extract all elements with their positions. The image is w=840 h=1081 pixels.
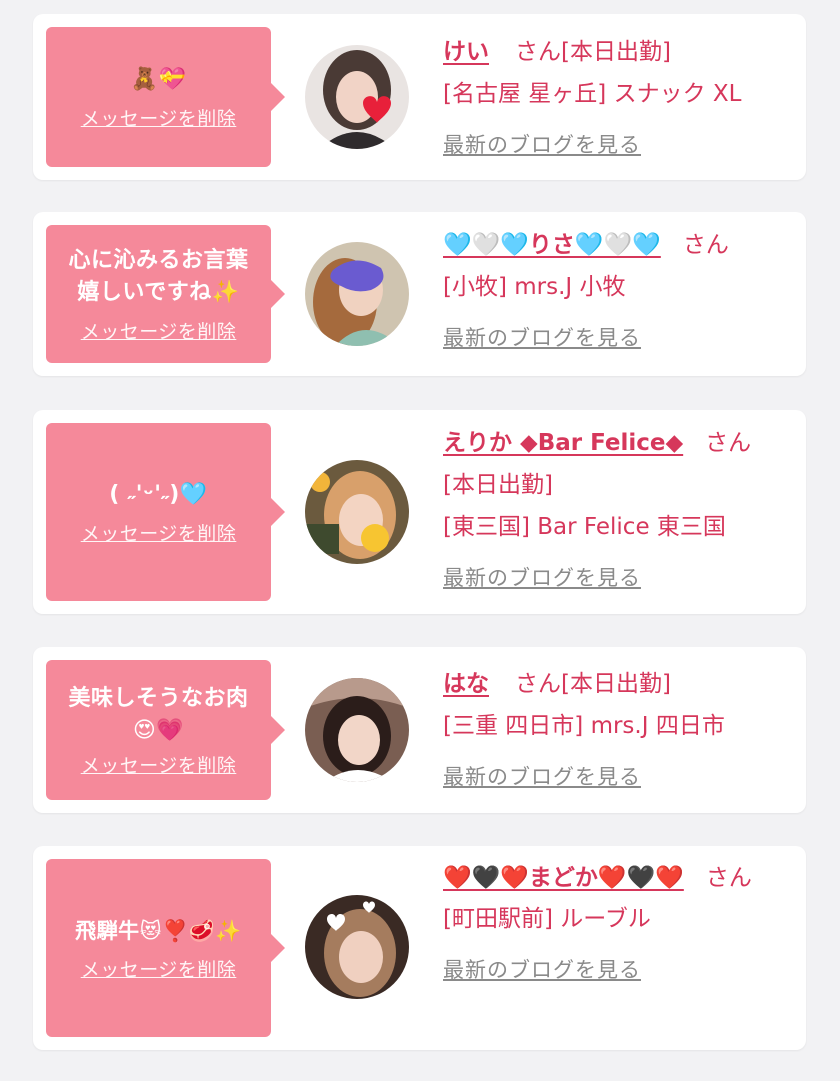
- delete-message-link[interactable]: メッセージを削除: [81, 104, 237, 131]
- message-list: 🧸💝 メッセージを削除 けい さん[本日出勤] [名古屋 星ヶ丘] スナック XL…: [0, 0, 840, 1081]
- profile-name-link[interactable]: 🩵🤍🩵りさ🩵🤍🩵: [443, 232, 661, 258]
- shop-location: [三重 四日市] mrs.J 四日市: [443, 713, 725, 739]
- message-text: 飛騨牛😻❣️🥩✨: [75, 918, 242, 943]
- message-card: ( ˶'ᵕ'˶)🩵 メッセージを削除 えりか ◆Bar Felice◆ さん [本…: [33, 410, 806, 614]
- shop-location: [東三国] Bar Felice 東三国: [443, 514, 726, 540]
- avatar[interactable]: [305, 895, 409, 999]
- message-bubble: 🧸💝 メッセージを削除: [46, 27, 285, 167]
- avatar[interactable]: [305, 242, 409, 346]
- message-card: 心に沁みるお言葉 嬉しいですね✨ メッセージを削除 🩵🤍🩵りさ🩵🤍🩵 さん [小牧…: [33, 212, 806, 376]
- shop-location: [町田駅前] ルーブル: [443, 906, 651, 932]
- woman-portrait-purple-scribble-icon: [305, 242, 409, 346]
- honorific: さん: [515, 671, 561, 697]
- latest-blog-link[interactable]: 最新のブログを見る: [443, 558, 792, 598]
- latest-blog-link[interactable]: 最新のブログを見る: [443, 950, 792, 990]
- message-card: 美味しそうなお肉 😍💗 メッセージを削除 はな さん[本日出勤] [三重 四日市]…: [33, 647, 806, 813]
- profile-name-link[interactable]: ❤️🖤❤️まどか❤️🖤❤️: [443, 865, 684, 891]
- profile-name-link[interactable]: はな: [443, 671, 489, 697]
- honorific: さん: [705, 430, 752, 456]
- avatar[interactable]: [305, 460, 409, 564]
- message-card: 🧸💝 メッセージを削除 けい さん[本日出勤] [名古屋 星ヶ丘] スナック XL…: [33, 14, 806, 180]
- woman-portrait-smiling-icon: [305, 678, 409, 782]
- message-text: 🧸💝: [130, 66, 187, 92]
- message-bubble: 心に沁みるお言葉 嬉しいですね✨ メッセージを削除: [46, 225, 285, 363]
- latest-blog-link[interactable]: 最新のブログを見る: [443, 757, 792, 797]
- profile-info: 🩵🤍🩵りさ🩵🤍🩵 さん [小牧] mrs.J 小牧 最新のブログを見る: [443, 224, 792, 358]
- profile-info: けい さん[本日出勤] [名古屋 星ヶ丘] スナック XL 最新のブログを見る: [443, 31, 792, 165]
- profile-info: はな さん[本日出勤] [三重 四日市] mrs.J 四日市 最新のブログを見る: [443, 663, 792, 797]
- latest-blog-link[interactable]: 最新のブログを見る: [443, 125, 792, 165]
- status-text: [本日出勤]: [443, 472, 553, 498]
- delete-message-link[interactable]: メッセージを削除: [81, 751, 237, 778]
- message-card: 飛騨牛😻❣️🥩✨ メッセージを削除 ❤️🖤❤️まどか❤️🖤❤️ さん [町田駅前]…: [33, 846, 806, 1050]
- shop-location: [名古屋 星ヶ丘] スナック XL: [443, 81, 742, 107]
- avatar[interactable]: [305, 45, 409, 149]
- honorific: さん: [705, 865, 752, 891]
- delete-message-link[interactable]: メッセージを削除: [81, 955, 237, 982]
- avatar[interactable]: [305, 678, 409, 782]
- shop-location: [小牧] mrs.J 小牧: [443, 274, 626, 300]
- woman-portrait-heart-sticker-icon: [305, 45, 409, 149]
- woman-portrait-heart-filter-icon: [305, 895, 409, 999]
- delete-message-link[interactable]: メッセージを削除: [81, 317, 237, 344]
- message-text: 心に沁みるお言葉 嬉しいですね✨: [68, 247, 249, 305]
- message-text: ( ˶'ᵕ'˶)🩵: [109, 481, 208, 507]
- profile-info: えりか ◆Bar Felice◆ さん [本日出勤] [東三国] Bar Feli…: [443, 422, 792, 598]
- latest-blog-link[interactable]: 最新のブログを見る: [443, 318, 792, 358]
- honorific: さん: [515, 39, 561, 65]
- profile-info: ❤️🖤❤️まどか❤️🖤❤️ さん [町田駅前] ルーブル 最新のブログを見る: [443, 858, 792, 990]
- status-text: [本日出勤]: [561, 671, 671, 697]
- message-text: 美味しそうなお肉 😍💗: [68, 685, 249, 743]
- message-bubble: 飛騨牛😻❣️🥩✨ メッセージを削除: [46, 859, 285, 1037]
- profile-name-link[interactable]: えりか ◆Bar Felice◆: [443, 430, 683, 456]
- message-bubble: ( ˶'ᵕ'˶)🩵 メッセージを削除: [46, 423, 285, 601]
- status-text: [本日出勤]: [561, 39, 671, 65]
- woman-portrait-emoji-sticker-icon: [305, 460, 409, 564]
- honorific: さん: [682, 232, 729, 258]
- profile-name-link[interactable]: けい: [443, 39, 489, 65]
- delete-message-link[interactable]: メッセージを削除: [81, 519, 237, 546]
- message-bubble: 美味しそうなお肉 😍💗 メッセージを削除: [46, 660, 285, 800]
